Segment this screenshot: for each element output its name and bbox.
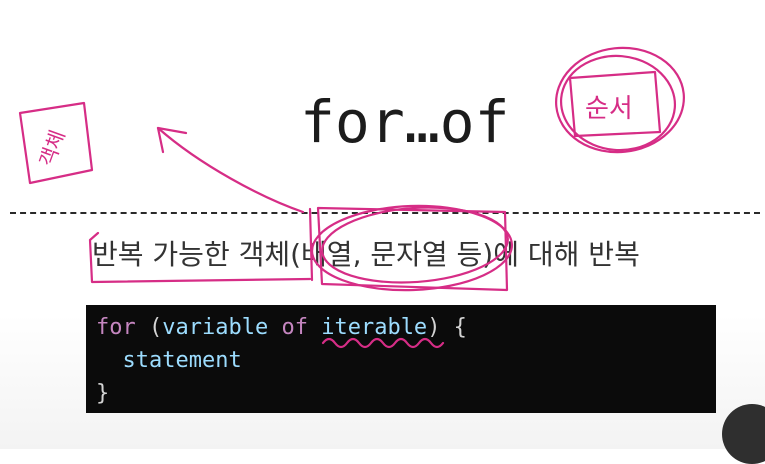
code-line-1: for (variable of iterable) { <box>96 311 716 344</box>
ink-note-object: 객체 <box>35 127 70 170</box>
keyword-of: of <box>281 315 308 340</box>
keyword-for: for <box>96 315 136 340</box>
code-block: for (variable of iterable) { statement} <box>86 305 716 413</box>
code-open-paren: ( <box>135 315 163 340</box>
dashed-divider <box>10 212 760 214</box>
code-iterable: iterable <box>321 315 428 340</box>
slide-description: 반복 가능한 객체(배열, 문자열 등)에 대해 반복 <box>92 238 640 271</box>
slide-title: for…of <box>300 88 510 156</box>
ink-circle-order <box>559 54 677 152</box>
ink-note-order: 순서 <box>585 94 633 124</box>
code-line-2: statement <box>96 348 242 373</box>
ink-circle-order-2 <box>555 46 685 154</box>
code-close-brace: ) { <box>427 315 467 340</box>
ink-arrow-line <box>156 126 305 214</box>
presenter-avatar <box>722 404 765 464</box>
code-variable: variable <box>162 315 269 340</box>
code-line-3: } <box>96 381 110 406</box>
ink-box-left <box>18 101 94 185</box>
ink-arrow-head <box>156 126 188 154</box>
ink-box-order <box>568 70 662 138</box>
